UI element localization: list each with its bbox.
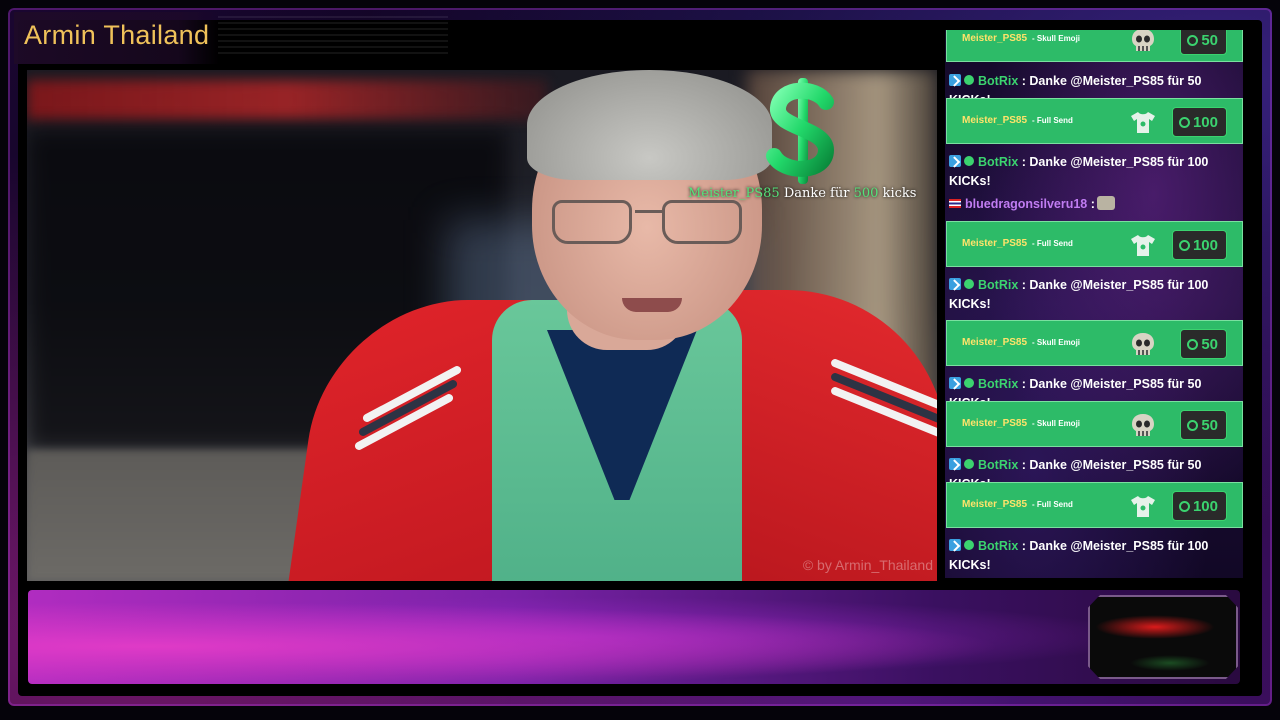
- verified-icon: [964, 540, 974, 550]
- gift-sender: Meister_PS85: [962, 33, 1028, 44]
- alert-amount: 500: [853, 186, 879, 201]
- gift-item: - Full Send: [1032, 116, 1073, 125]
- title-decoration: [218, 16, 448, 56]
- gift-card: Meister_PS85 - Full Send 100: [946, 482, 1243, 528]
- chat-message: BotRix : Danke @Meister_PS85 für 100 KIC…: [949, 537, 1241, 575]
- gift-card: Meister_PS85 - Skull Emoji 50: [946, 401, 1243, 447]
- dollar-icon: [766, 78, 835, 184]
- alert-user: Meister_PS85: [688, 186, 780, 201]
- chat-message: BotRix : Danke @Meister_PS85 für 100 KIC…: [949, 276, 1241, 314]
- kick-coin-icon: [1178, 116, 1190, 128]
- kicks-value: 50: [1201, 416, 1218, 434]
- hair: [527, 70, 772, 180]
- chat-author[interactable]: BotRix: [978, 278, 1018, 292]
- chat-author[interactable]: bluedragonsilveru18: [965, 197, 1087, 211]
- verified-icon: [964, 156, 974, 166]
- gift-sender: Meister_PS85: [962, 115, 1028, 126]
- alert-message: Meister_PS85 Danke für 500 kicks: [688, 186, 928, 201]
- flag-icon: [949, 199, 961, 208]
- skull-icon: [1132, 414, 1154, 436]
- kicks-amount: 100: [1171, 230, 1227, 260]
- chat-message: bluedragonsilveru18 :: [949, 195, 1241, 214]
- camera-green-light: [1130, 655, 1210, 671]
- kicks-amount: 100: [1171, 107, 1227, 137]
- mouth: [622, 298, 682, 312]
- skull-icon: [1132, 30, 1154, 51]
- gift-card: Meister_PS85 - Skull Emoji 50: [946, 30, 1243, 62]
- verified-icon: [964, 378, 974, 388]
- gift-sender: Meister_PS85: [962, 499, 1028, 510]
- chat-author[interactable]: BotRix: [978, 74, 1018, 88]
- kick-badge-icon: [949, 458, 961, 470]
- secondary-camera: [1088, 595, 1238, 679]
- glasses-left: [552, 200, 632, 244]
- chat-author[interactable]: BotRix: [978, 155, 1018, 169]
- gift-sender: Meister_PS85: [962, 418, 1028, 429]
- kick-badge-icon: [949, 74, 961, 86]
- verified-icon: [964, 75, 974, 85]
- kicks-value: 50: [1201, 335, 1218, 353]
- chat-panel: Meister_PS85 - Skull Emoji 50 BotRix : D…: [945, 30, 1243, 578]
- kicks-value: 100: [1192, 113, 1218, 131]
- chat-author[interactable]: BotRix: [978, 377, 1018, 391]
- kicks-value: 100: [1192, 236, 1218, 254]
- tshirt-icon: [1131, 112, 1155, 133]
- kick-coin-icon: [1178, 500, 1190, 512]
- kick-badge-icon: [949, 155, 961, 167]
- gift-item: - Skull Emoji: [1032, 34, 1081, 43]
- gift-item: - Full Send: [1032, 500, 1073, 509]
- kick-coin-icon: [1178, 239, 1190, 251]
- gift-item: - Full Send: [1032, 239, 1073, 248]
- kick-coin-icon: [1187, 419, 1199, 431]
- kicks-value: 100: [1192, 497, 1218, 515]
- alert-text-pre: Danke für: [783, 186, 850, 201]
- glasses-right: [662, 200, 742, 244]
- gift-sender: Meister_PS85: [962, 337, 1028, 348]
- kick-badge-icon: [949, 539, 961, 551]
- kick-badge-icon: [949, 377, 961, 389]
- verified-icon: [964, 279, 974, 289]
- kicks-amount: 50: [1180, 410, 1227, 440]
- channel-title: Armin Thailand: [14, 12, 220, 64]
- gift-item: - Skull Emoji: [1032, 419, 1081, 428]
- verified-icon: [964, 459, 974, 469]
- emote-icon: [1096, 196, 1115, 210]
- camera-red-light: [1095, 615, 1215, 639]
- chat-message: BotRix : Danke @Meister_PS85 für 100 KIC…: [949, 153, 1241, 191]
- chat-author[interactable]: BotRix: [978, 458, 1018, 472]
- kicks-amount: 50: [1180, 30, 1227, 55]
- kicks-amount: 100: [1171, 491, 1227, 521]
- glasses-bridge: [635, 210, 665, 213]
- skull-icon: [1132, 333, 1154, 355]
- kick-coin-icon: [1187, 34, 1199, 46]
- gift-card: Meister_PS85 - Full Send 100: [946, 98, 1243, 144]
- tshirt-icon: [1131, 235, 1155, 256]
- tshirt-icon: [1131, 496, 1155, 517]
- gift-card: Meister_PS85 - Full Send 100: [946, 221, 1243, 267]
- gift-item: - Skull Emoji: [1032, 338, 1081, 347]
- kicks-value: 50: [1201, 31, 1218, 49]
- kick-badge-icon: [949, 278, 961, 290]
- gift-sender: Meister_PS85: [962, 238, 1028, 249]
- bottom-banner: [28, 590, 1240, 684]
- kick-coin-icon: [1187, 338, 1199, 350]
- kicks-amount: 50: [1180, 329, 1227, 359]
- alert-text-post: kicks: [882, 186, 917, 201]
- gift-card: Meister_PS85 - Skull Emoji 50: [946, 320, 1243, 366]
- chat-text: :: [1090, 197, 1095, 211]
- stream-watermark: © by Armin_Thailand: [802, 557, 933, 573]
- chat-author[interactable]: BotRix: [978, 539, 1018, 553]
